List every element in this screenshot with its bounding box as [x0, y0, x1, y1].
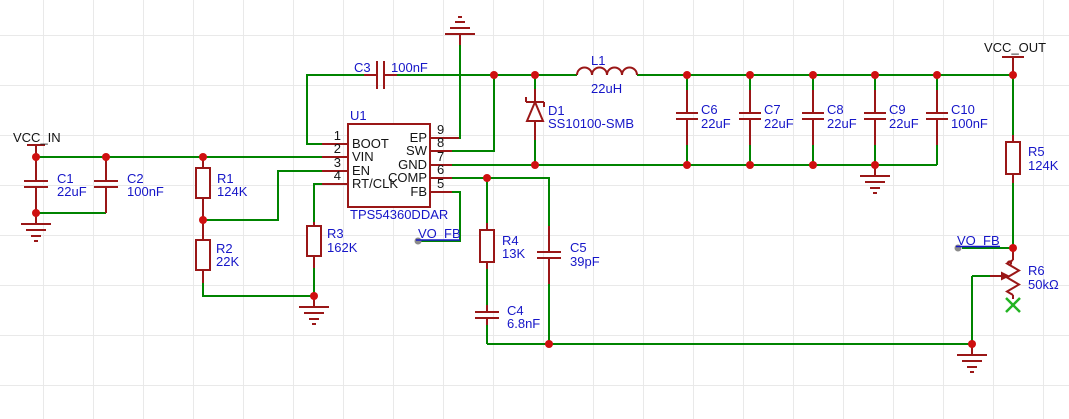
resistor-r5[interactable]	[1005, 135, 1021, 183]
pin-number: 2	[334, 141, 341, 156]
ref-label-r3[interactable]: R3	[327, 226, 344, 241]
potentiometer-r6[interactable]	[990, 248, 1021, 313]
pin-number: 5	[437, 176, 444, 191]
value-label-c6[interactable]: 22uF	[701, 116, 731, 131]
capacitor-c9[interactable]	[864, 90, 886, 145]
value-label-c5[interactable]: 39pF	[570, 254, 600, 269]
value-label-c4[interactable]: 6.8nF	[507, 316, 540, 331]
resistor-r3[interactable]	[306, 222, 322, 268]
value-label-r2[interactable]: 22K	[216, 254, 239, 269]
pin-name: COMP	[388, 170, 427, 185]
net-label-vcc-in[interactable]: VCC_IN	[13, 130, 61, 145]
value-label-c8[interactable]: 22uF	[827, 116, 857, 131]
value-label-r4[interactable]: 13K	[502, 246, 525, 261]
pin-name: VIN	[352, 149, 374, 164]
value-label-r6[interactable]: 50kΩ	[1028, 277, 1059, 292]
ground-symbol[interactable]	[298, 295, 330, 325]
net-label-vo-fb[interactable]: VO_FB	[957, 233, 1000, 248]
ref-label-c3[interactable]: C3	[354, 60, 371, 75]
ic-ref-label[interactable]: U1	[350, 108, 367, 123]
net-label-vo-fb[interactable]: VO_FB	[418, 226, 461, 241]
capacitor-c1[interactable]	[24, 157, 48, 213]
pin-name: SW	[406, 143, 428, 158]
value-label-c10[interactable]: 100nF	[951, 116, 988, 131]
pin-number: 8	[437, 135, 444, 150]
inductor-l1[interactable]	[576, 66, 638, 76]
pin-number: 6	[437, 162, 444, 177]
ref-label-c10[interactable]: C10	[951, 102, 975, 117]
resistor-r1[interactable]	[195, 157, 211, 220]
ground-symbol[interactable]	[20, 212, 52, 242]
capacitor-c6[interactable]	[676, 90, 698, 145]
ref-label-c9[interactable]: C9	[889, 102, 906, 117]
resistor-r2[interactable]	[195, 220, 211, 283]
power-flag-vcc-in[interactable]: VCC_IN	[13, 130, 61, 157]
wire-net[interactable]	[36, 44, 1014, 345]
capacitor-c10[interactable]	[926, 90, 948, 145]
no-connect-icon	[1005, 297, 1021, 313]
ic-u1[interactable]: U1 TPS54360DDAR 1 2 3 4 9 8 7 6 5 BOOT V…	[322, 108, 459, 222]
resistor-r4[interactable]	[479, 223, 495, 269]
ground-symbol[interactable]	[956, 343, 988, 373]
pin-number: 4	[334, 168, 341, 183]
net-label-vcc-out[interactable]: VCC_OUT	[984, 40, 1046, 55]
ref-label-c7[interactable]: C7	[764, 102, 781, 117]
ref-label-c8[interactable]: C8	[827, 102, 844, 117]
schematic-canvas[interactable]: U1 TPS54360DDAR 1 2 3 4 9 8 7 6 5 BOOT V…	[0, 0, 1069, 419]
diode-d1[interactable]	[525, 89, 545, 140]
ref-label-r6[interactable]: R6	[1028, 263, 1045, 278]
value-label-c9[interactable]: 22uF	[889, 116, 919, 131]
ref-label-c6[interactable]: C6	[701, 102, 718, 117]
capacitor-c4[interactable]	[475, 305, 499, 325]
value-label-r5[interactable]: 124K	[1028, 158, 1059, 173]
capacitor-c7[interactable]	[739, 90, 761, 145]
ground-symbol[interactable]	[859, 164, 891, 194]
value-label-d1[interactable]: SS10100-SMB	[548, 116, 634, 131]
capacitor-c5[interactable]	[537, 226, 561, 284]
ref-label-r5[interactable]: R5	[1028, 144, 1045, 159]
ref-label-l1[interactable]: L1	[591, 53, 605, 68]
ground-symbol[interactable]	[444, 16, 476, 46]
value-label-c1[interactable]: 22uF	[57, 184, 87, 199]
capacitor-c2[interactable]	[94, 157, 118, 213]
value-label-c2[interactable]: 100nF	[127, 184, 164, 199]
value-label-l1[interactable]: 22uH	[591, 81, 622, 96]
value-label-r3[interactable]: 162K	[327, 240, 358, 255]
power-flag-vcc-out[interactable]: VCC_OUT	[984, 40, 1046, 75]
value-label-c3[interactable]: 100nF	[391, 60, 428, 75]
value-label-c7[interactable]: 22uF	[764, 116, 794, 131]
ic-part-label[interactable]: TPS54360DDAR	[350, 207, 448, 222]
capacitor-c8[interactable]	[802, 90, 824, 145]
pin-name: FB	[410, 184, 427, 199]
ref-label-c5[interactable]: C5	[570, 240, 587, 255]
value-label-r1[interactable]: 124K	[217, 184, 248, 199]
